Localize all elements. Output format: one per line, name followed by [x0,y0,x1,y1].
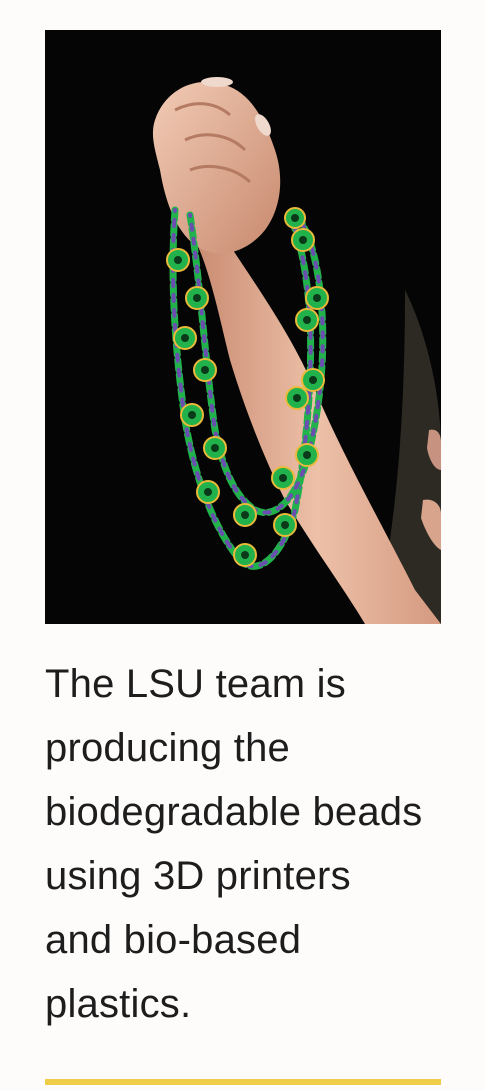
article-page: The LSU team is producing the biodegrada… [0,0,485,1090]
bead-necklace-photo [45,30,441,624]
photo-illustration [45,30,441,624]
accent-divider [45,1079,441,1085]
image-caption: The LSU team is producing the biodegrada… [45,662,423,1026]
